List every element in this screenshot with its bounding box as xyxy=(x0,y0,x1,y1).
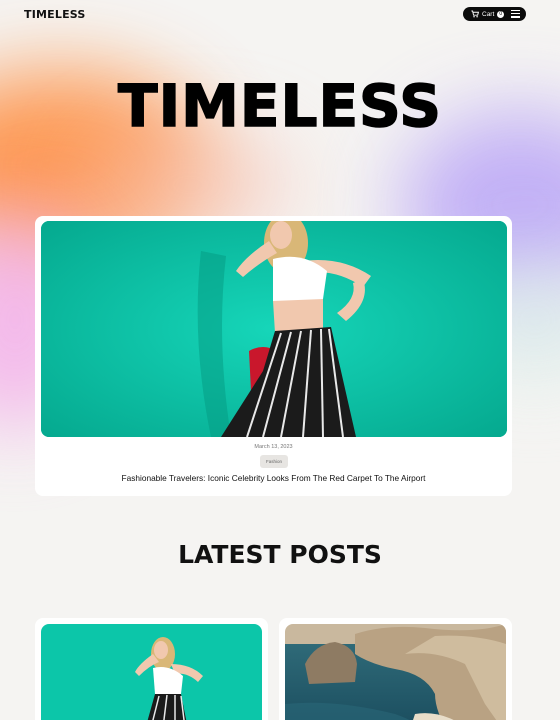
post-image[interactable] xyxy=(41,624,262,720)
category-tag[interactable]: Fashion xyxy=(260,455,288,468)
latest-posts-heading: LATEST POSTS xyxy=(178,540,382,569)
site-header: TIMELESS Cart 0 xyxy=(0,0,560,30)
cart-count-badge: 0 xyxy=(497,10,505,18)
post-card[interactable] xyxy=(35,618,268,720)
featured-post-date: March 13, 2023 xyxy=(254,444,293,450)
fashion-photo-illustration xyxy=(41,221,507,437)
hamburger-menu-icon[interactable] xyxy=(511,10,520,18)
featured-post-image[interactable] xyxy=(41,221,507,437)
coastal-cliff-photo xyxy=(285,624,506,720)
site-logo[interactable]: TIMELESS xyxy=(24,8,86,21)
hero-title: TIMELESS xyxy=(117,71,442,141)
post-card[interactable] xyxy=(279,618,512,720)
featured-post-title[interactable]: Fashionable Travelers: Iconic Celebrity … xyxy=(35,473,512,483)
post-image[interactable] xyxy=(285,624,506,720)
cart-label: Cart xyxy=(482,10,495,18)
cart-icon xyxy=(471,10,479,18)
fashion-photo-thumbnail xyxy=(41,624,262,720)
featured-post-card[interactable]: March 13, 2023 Fashion Fashionable Trave… xyxy=(35,216,512,496)
cart-menu-button[interactable]: Cart 0 xyxy=(463,7,526,21)
